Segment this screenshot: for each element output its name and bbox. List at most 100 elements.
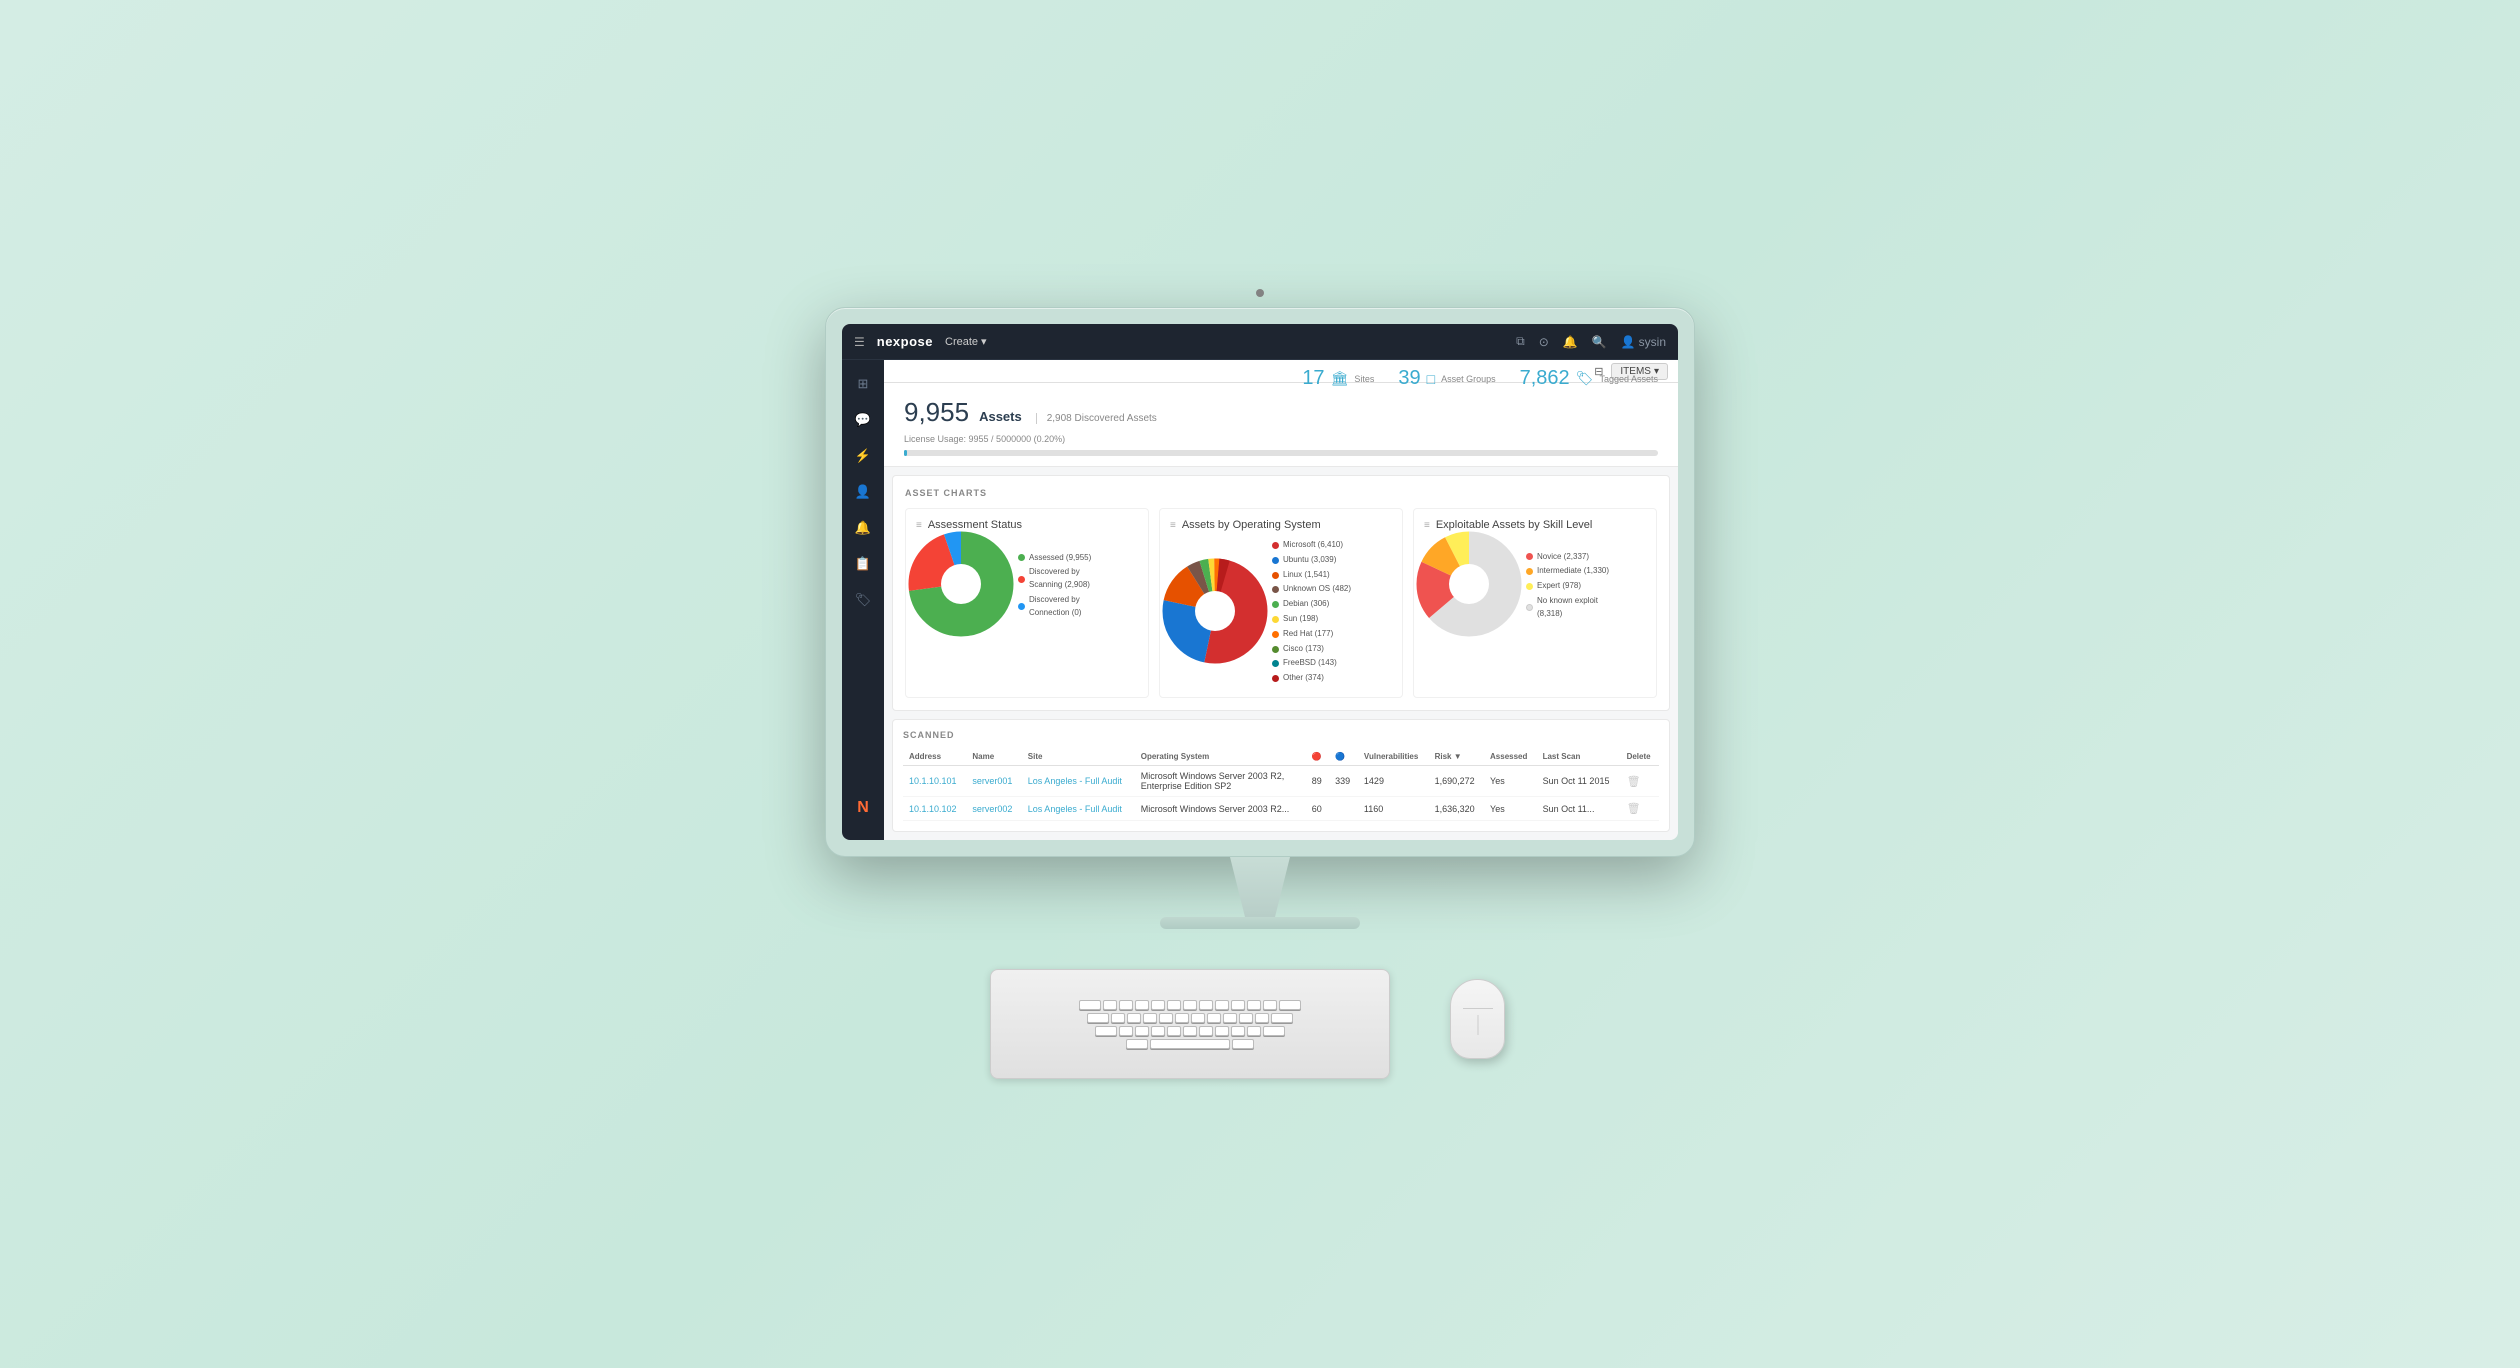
chart-menu-icon[interactable]: ≡ <box>916 520 922 531</box>
question-icon[interactable]: ⊙ <box>1539 335 1549 349</box>
legend-item: Intermediate (1,330) <box>1526 565 1609 578</box>
asset-groups-stat: 39 □ Asset Groups <box>1398 367 1495 390</box>
key <box>1255 1013 1269 1023</box>
chart-title-row: ≡ Assets by Operating System <box>1170 519 1392 531</box>
key <box>1095 1026 1117 1036</box>
mouse <box>1450 979 1505 1059</box>
chevron-down-icon: ▾ <box>981 335 987 348</box>
key <box>1135 1026 1149 1036</box>
bell-icon[interactable]: 🔔 <box>1563 335 1578 349</box>
cell-last-scan: Sun Oct 11 2015 <box>1537 766 1621 797</box>
legend-item: Unknown OS (482) <box>1272 583 1351 596</box>
key <box>1239 1013 1253 1023</box>
col-address[interactable]: Address <box>903 748 966 766</box>
search-icon[interactable]: 🔍 <box>1592 335 1607 349</box>
assets-header: 17 🏛 Sites 39 □ Asset Groups <box>884 383 1678 467</box>
cell-assessed: Yes <box>1484 797 1537 821</box>
key <box>1151 1000 1165 1010</box>
license-progress-bar <box>904 450 1658 456</box>
monitor-screen: ☰ nexpose Create ▾ ⧉ ⊙ 🔔 🔍 👤 sysin <box>842 324 1678 840</box>
key <box>1175 1013 1189 1023</box>
key <box>1183 1000 1197 1010</box>
col-risk[interactable]: Risk ▼ <box>1429 748 1484 766</box>
cell-address[interactable]: 10.1.10.102 <box>903 797 966 821</box>
sidebar-item-alerts[interactable]: 🔔 <box>849 514 877 542</box>
key <box>1167 1026 1181 1036</box>
sidebar-nexpose-logo[interactable]: N <box>849 794 877 822</box>
cell-address[interactable]: 10.1.10.101 <box>903 766 966 797</box>
chart-body: Novice (2,337) Intermediate (1,330) <box>1424 539 1646 634</box>
assets-title-row: 9,955 Assets 2,908 Discovered Assets <box>904 397 1658 428</box>
col-os[interactable]: Operating System <box>1135 748 1306 766</box>
col-name[interactable]: Name <box>966 748 1021 766</box>
cell-os: Microsoft Windows Server 2003 R2... <box>1135 797 1306 821</box>
legend-item: Other (374) <box>1272 672 1351 685</box>
sidebar-item-tags[interactable]: 🏷 <box>849 586 877 614</box>
key <box>1143 1013 1157 1023</box>
cell-site[interactable]: Los Angeles - Full Audit <box>1022 766 1135 797</box>
chart-menu-icon[interactable]: ≡ <box>1170 520 1176 531</box>
col-last-scan[interactable]: Last Scan <box>1537 748 1621 766</box>
monitor-stand-neck <box>1210 857 1310 917</box>
user-icon[interactable]: 👤 sysin <box>1621 335 1666 349</box>
sidebar-item-home[interactable]: ⊞ <box>849 370 877 398</box>
cell-last-scan: Sun Oct 11... <box>1537 797 1621 821</box>
key <box>1159 1013 1173 1023</box>
sidebar-item-reports[interactable]: 📋 <box>849 550 877 578</box>
chart-menu-icon[interactable]: ≡ <box>1424 520 1430 531</box>
mouse-divider-v <box>1477 1015 1478 1035</box>
key <box>1119 1000 1133 1010</box>
screen-body: ⊞ 💬 ⚡ 👤 🔔 📋 🏷 N ⊟ <box>842 360 1678 840</box>
table-header: Address Name Site Operating System 🔴 🔵 V… <box>903 748 1659 766</box>
delete-button[interactable]: 🗑 <box>1621 797 1659 821</box>
tagged-assets-stat: 7,862 🏷 Tagged Assets <box>1520 367 1658 390</box>
sidebar-bottom: N <box>849 794 877 830</box>
mouse-container <box>1450 979 1530 1079</box>
copy-icon[interactable]: ⧉ <box>1516 334 1525 349</box>
charts-section-title: ASSET CHARTS <box>905 488 1657 498</box>
cell-name[interactable]: server002 <box>966 797 1021 821</box>
legend-item: Red Hat (177) <box>1272 628 1351 641</box>
monitor-stand-base <box>1160 917 1360 929</box>
legend-item: Assessed (9,955) <box>1018 552 1091 565</box>
mouse-divider-h <box>1463 1008 1493 1009</box>
cell-site[interactable]: Los Angeles - Full Audit <box>1022 797 1135 821</box>
sidebar-item-assets[interactable]: 👤 <box>849 478 877 506</box>
cell-assessed: Yes <box>1484 766 1537 797</box>
nav-right: ⧉ ⊙ 🔔 🔍 👤 sysin <box>1516 334 1666 349</box>
key <box>1087 1013 1109 1023</box>
create-button[interactable]: Create ▾ <box>945 335 987 348</box>
col-assessed[interactable]: Assessed <box>1484 748 1537 766</box>
key <box>1135 1000 1149 1010</box>
assessment-legend: Assessed (9,955) Discovered byScanning (… <box>1018 552 1091 622</box>
monitor-bezel: ☰ nexpose Create ▾ ⧉ ⊙ 🔔 🔍 👤 sysin <box>825 307 1695 857</box>
col-site[interactable]: Site <box>1022 748 1135 766</box>
col-v2[interactable]: 🔵 <box>1329 748 1358 766</box>
legend-item: Sun (198) <box>1272 613 1351 626</box>
chart-title-row: ≡ Exploitable Assets by Skill Level <box>1424 519 1646 531</box>
spacebar-key <box>1150 1039 1230 1049</box>
delete-button[interactable]: 🗑 <box>1621 766 1659 797</box>
key <box>1271 1013 1293 1023</box>
key <box>1191 1013 1205 1023</box>
key <box>1151 1026 1165 1036</box>
hamburger-icon[interactable]: ☰ <box>854 335 865 349</box>
sidebar-item-vulnerabilities[interactable]: ⚡ <box>849 442 877 470</box>
license-usage: License Usage: 9955 / 5000000 (0.20%) <box>904 434 1658 444</box>
key <box>1183 1026 1197 1036</box>
key <box>1167 1000 1181 1010</box>
cell-name[interactable]: server001 <box>966 766 1021 797</box>
table-body: 10.1.10.101 server001 Los Angeles - Full… <box>903 766 1659 821</box>
key <box>1232 1039 1254 1049</box>
cell-v1: 60 <box>1306 797 1329 821</box>
col-v1[interactable]: 🔴 <box>1306 748 1329 766</box>
app-logo: nexpose <box>877 334 933 349</box>
sidebar-item-messages[interactable]: 💬 <box>849 406 877 434</box>
legend-item: No known exploit(8,318) <box>1526 595 1609 621</box>
main-content: ⊟ ITEMS ▾ 17 🏛 <box>884 360 1678 840</box>
scanned-title: SCANNED <box>903 730 1659 740</box>
key <box>1199 1000 1213 1010</box>
charts-section: ASSET CHARTS ≡ Assessment Status <box>892 475 1670 711</box>
col-vuln[interactable]: Vulnerabilities <box>1358 748 1429 766</box>
key <box>1215 1026 1229 1036</box>
